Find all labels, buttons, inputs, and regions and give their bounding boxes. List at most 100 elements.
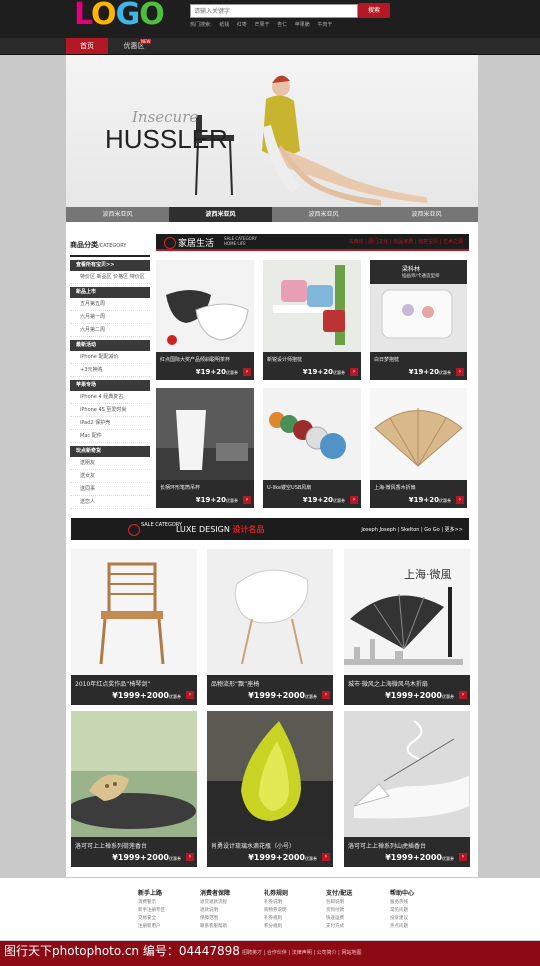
section-links[interactable]: Joseph Joseph | Skelton | Go Go | 更多>> xyxy=(361,526,463,533)
footer-column: 新手上路 消费警示 新手注册专区 交易安全 注册新用户 xyxy=(138,888,208,931)
footer-link[interactable]: 消费警示 xyxy=(138,899,208,907)
footer-link[interactable]: 礼券规则 xyxy=(264,915,334,923)
footer-link[interactable]: 礼券说明 xyxy=(264,899,334,907)
footer-link[interactable]: 支付方式 xyxy=(326,923,396,931)
sidebar-item[interactable]: iPhone 4S 至爱时尚 xyxy=(70,404,150,417)
sidebar-group-head[interactable]: 最新活动 xyxy=(70,340,150,351)
chevron-right-icon[interactable]: › xyxy=(456,368,464,376)
product-card[interactable]: 上海·微風 城市·微风之上海微风乌木折扇 ¥1999+2000优惠券 › xyxy=(344,549,470,705)
product-card[interactable]: 上海·微风香木折扇 ¥19+20优惠券 › xyxy=(370,388,467,508)
banner-tab[interactable]: 波西米亚风 xyxy=(66,207,169,222)
footer-link[interactable]: 保障范围 xyxy=(200,915,270,923)
footer-link[interactable]: 热点问题 xyxy=(390,923,460,931)
chevron-right-icon[interactable]: › xyxy=(459,853,467,861)
sidebar-group-head[interactable]: 新品上市 xyxy=(70,287,150,298)
footer-link[interactable]: 货到付款 xyxy=(326,907,396,915)
brand-logo-icon xyxy=(128,524,140,536)
hot-search-link[interactable]: 苹果脆 xyxy=(295,22,310,28)
sidebar-group-head[interactable]: 玩点新奇货 xyxy=(70,446,150,457)
hot-search-link[interactable]: 芒果干 xyxy=(255,22,270,28)
sidebar-item[interactable]: 送女友 xyxy=(70,470,150,483)
chevron-right-icon[interactable]: › xyxy=(456,496,464,504)
footer-link[interactable]: 交易安全 xyxy=(138,915,208,923)
hot-search-link[interactable]: 纸钱 xyxy=(219,22,229,28)
product-image xyxy=(71,711,197,837)
sidebar-item[interactable]: 送同事 xyxy=(70,483,150,496)
nav-home[interactable]: 首页 xyxy=(66,38,108,54)
footer-links[interactable]: 招聘英才 | 合作伙伴 | 法律声明 | 公司简介 | 网站地图 xyxy=(242,949,361,956)
product-name: 新锐设计师抱枕 xyxy=(267,357,303,363)
sidebar-item[interactable]: 六月第一周 xyxy=(70,311,150,324)
sidebar-group-head[interactable]: 查看所有宝贝>> xyxy=(70,260,150,271)
hot-search-link[interactable]: 杏仁 xyxy=(277,22,287,28)
product-price: ¥1999+2000优惠券 xyxy=(248,691,317,700)
hot-search-link[interactable]: 红枣 xyxy=(237,22,247,28)
sidebar-item[interactable]: 六月第二周 xyxy=(70,324,150,337)
product-name: 城市·微风之上海微风乌木折扇 xyxy=(348,681,428,688)
sidebar-item[interactable]: Mac 配件 xyxy=(70,430,150,443)
footer-link[interactable]: 常见问题 xyxy=(390,907,460,915)
sidebar-item[interactable]: 特价区 新品区 价格区 特价区 xyxy=(70,271,150,284)
sidebar-item[interactable]: iPhone 配配减价 xyxy=(70,351,150,364)
product-image xyxy=(370,388,467,480)
chevron-right-icon[interactable]: › xyxy=(459,691,467,699)
sidebar-group-head[interactable]: 苹果专场 xyxy=(70,380,150,391)
sidebar-item[interactable]: +3元换购 xyxy=(70,364,150,377)
sidebar-item[interactable]: 五月第五周 xyxy=(70,298,150,311)
footer-link[interactable]: 退货退款流程 xyxy=(200,899,270,907)
chevron-right-icon[interactable]: › xyxy=(186,853,194,861)
section-links[interactable]: 东西坊 | 厨门文化 | 玩品家居 | 创意宝贝 | 艺术之源 xyxy=(349,238,463,245)
product-card[interactable]: 2010年红点奖作品“椅琴剑” ¥1999+2000优惠券 › xyxy=(71,549,197,705)
footer-link[interactable]: 服务热线 xyxy=(390,899,460,907)
footer-link[interactable]: 快递运费 xyxy=(326,915,396,923)
footer-link[interactable]: 购物券说明 xyxy=(264,907,334,915)
product-name: 红点国际大奖产品倾斜聪明茶杯 xyxy=(160,357,231,363)
footer-column: 帮助中心 服务热线 常见问题 投诉建议 热点问题 xyxy=(390,888,460,931)
product-name: 长柄环形笔筒吊杯 xyxy=(160,485,201,491)
banner-tab[interactable]: 波西米亚风 xyxy=(375,207,478,222)
chevron-right-icon[interactable]: › xyxy=(243,368,251,376)
price-value: ¥19+20 xyxy=(408,496,439,504)
product-card[interactable]: 肖勇设计琉璃水滴花瓶（小号） ¥1999+2000优惠券 › xyxy=(207,711,333,867)
footer-link[interactable]: 积分规则 xyxy=(264,923,334,931)
search-input[interactable] xyxy=(191,5,357,17)
product-caption: 白日梦抱枕 ¥19+20优惠券 › xyxy=(370,352,467,380)
product-card[interactable]: 红点国际大奖产品倾斜聪明茶杯 ¥19+20优惠券 › xyxy=(156,260,254,380)
chevron-right-icon[interactable]: › xyxy=(350,368,358,376)
product-price: ¥19+20优惠券 xyxy=(409,496,451,504)
footer-link[interactable]: 退款说明 xyxy=(200,907,270,915)
product-card[interactable]: 洛可可上上禅系列山虎插香台 ¥1999+2000优惠券 › xyxy=(344,711,470,867)
search-button[interactable]: 搜索 xyxy=(358,3,390,18)
sidebar-item[interactable]: 送恋人 xyxy=(70,496,150,509)
site-logo[interactable]: LOGO xyxy=(74,0,165,33)
product-card[interactable]: 品物流形“飘”座椅 ¥1999+2000优惠券 › xyxy=(207,549,333,705)
product-card[interactable]: 梁科林 插画师/卡通造型师 白日梦抱枕 ¥19+20优惠券 › xyxy=(370,260,467,380)
product-card[interactable]: 长柄环形笔筒吊杯 ¥19+20优惠券 › xyxy=(156,388,254,508)
sidebar-item[interactable]: 送朋友 xyxy=(70,457,150,470)
footer-link[interactable]: 新手注册专区 xyxy=(138,907,208,915)
footer-link[interactable]: 注册新用户 xyxy=(138,923,208,931)
footer-link[interactable]: 联系客服帮助 xyxy=(200,923,270,931)
price-value: ¥1999+2000 xyxy=(385,853,442,862)
banner-tab[interactable]: 波西米亚风 xyxy=(272,207,375,222)
product-image xyxy=(156,388,254,480)
banner-tab-active[interactable]: 波西米亚风 xyxy=(169,207,272,222)
footer-link[interactable]: 包邮说明 xyxy=(326,899,396,907)
product-caption: 红点国际大奖产品倾斜聪明茶杯 ¥19+20优惠券 › xyxy=(156,352,254,380)
product-price: ¥1999+2000优惠券 xyxy=(385,853,454,862)
category-title-text: 商品分类 xyxy=(70,241,98,249)
chevron-right-icon[interactable]: › xyxy=(350,496,358,504)
chevron-right-icon[interactable]: › xyxy=(243,496,251,504)
product-card[interactable]: 洛可可上上禅系列荷莲香台 ¥1999+2000优惠券 › xyxy=(71,711,197,867)
sidebar-item[interactable]: iPhone 4 经典复古 xyxy=(70,391,150,404)
sidebar-item[interactable]: iPad2 保护壳 xyxy=(70,417,150,430)
chevron-right-icon[interactable]: › xyxy=(186,691,194,699)
product-card[interactable]: U-like镂空USB风扇 ¥19+20优惠券 › xyxy=(263,388,361,508)
search-box xyxy=(190,4,358,18)
footer-link[interactable]: 投诉建议 xyxy=(390,915,460,923)
product-card[interactable]: 新锐设计师抱枕 ¥19+20优惠券 › xyxy=(263,260,361,380)
hot-search-link[interactable]: 牛肉干 xyxy=(317,22,332,28)
chevron-right-icon[interactable]: › xyxy=(322,853,330,861)
chevron-right-icon[interactable]: › xyxy=(322,691,330,699)
product-name: 上海·微风香木折扇 xyxy=(374,485,416,491)
